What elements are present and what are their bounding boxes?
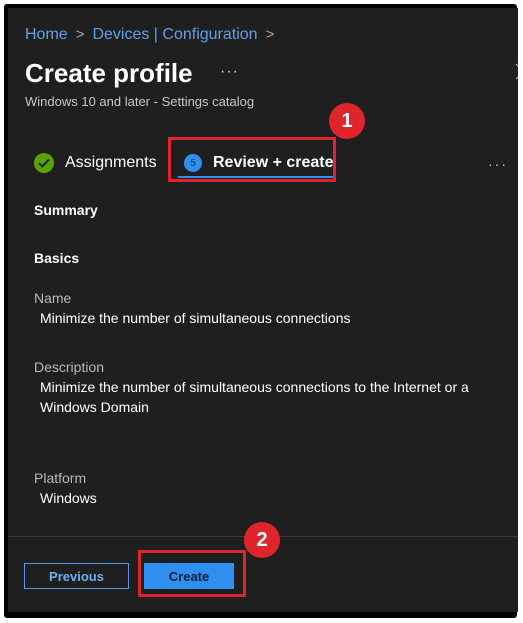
- breadcrumb: Home > Devices | Configuration >: [25, 26, 282, 44]
- more-steps-icon[interactable]: ···: [488, 157, 508, 171]
- description-value: Minimize the number of simultaneous conn…: [40, 379, 469, 415]
- previous-button[interactable]: Previous: [24, 563, 129, 589]
- name-label: Name: [34, 290, 72, 306]
- highlight-box-review-create: [168, 137, 336, 182]
- summary-heading: Summary: [34, 202, 98, 218]
- check-icon: [34, 153, 54, 173]
- basics-heading: Basics: [34, 250, 80, 266]
- breadcrumb-separator-icon: >: [75, 26, 85, 43]
- highlight-box-create: [138, 550, 246, 597]
- page-subtitle: Windows 10 and later - Settings catalog: [25, 94, 255, 109]
- step-assignments-label: Assignments: [65, 154, 157, 171]
- chevron-right-icon[interactable]: [508, 63, 518, 80]
- name-value: Minimize the number of simultaneous conn…: [40, 310, 351, 326]
- description-label: Description: [34, 359, 105, 375]
- breadcrumb-devices-configuration[interactable]: Devices | Configuration: [92, 26, 257, 43]
- breadcrumb-home[interactable]: Home: [25, 26, 68, 43]
- callout-badge-2: 2: [244, 522, 280, 558]
- step-assignments[interactable]: Assignments: [34, 151, 157, 175]
- more-options-icon[interactable]: ···: [220, 63, 239, 81]
- breadcrumb-separator-icon: >: [265, 26, 275, 43]
- platform-value: Windows: [40, 490, 97, 506]
- page-title: Create profile: [25, 58, 193, 88]
- callout-badge-1: 1: [329, 103, 365, 139]
- platform-label: Platform: [34, 470, 87, 486]
